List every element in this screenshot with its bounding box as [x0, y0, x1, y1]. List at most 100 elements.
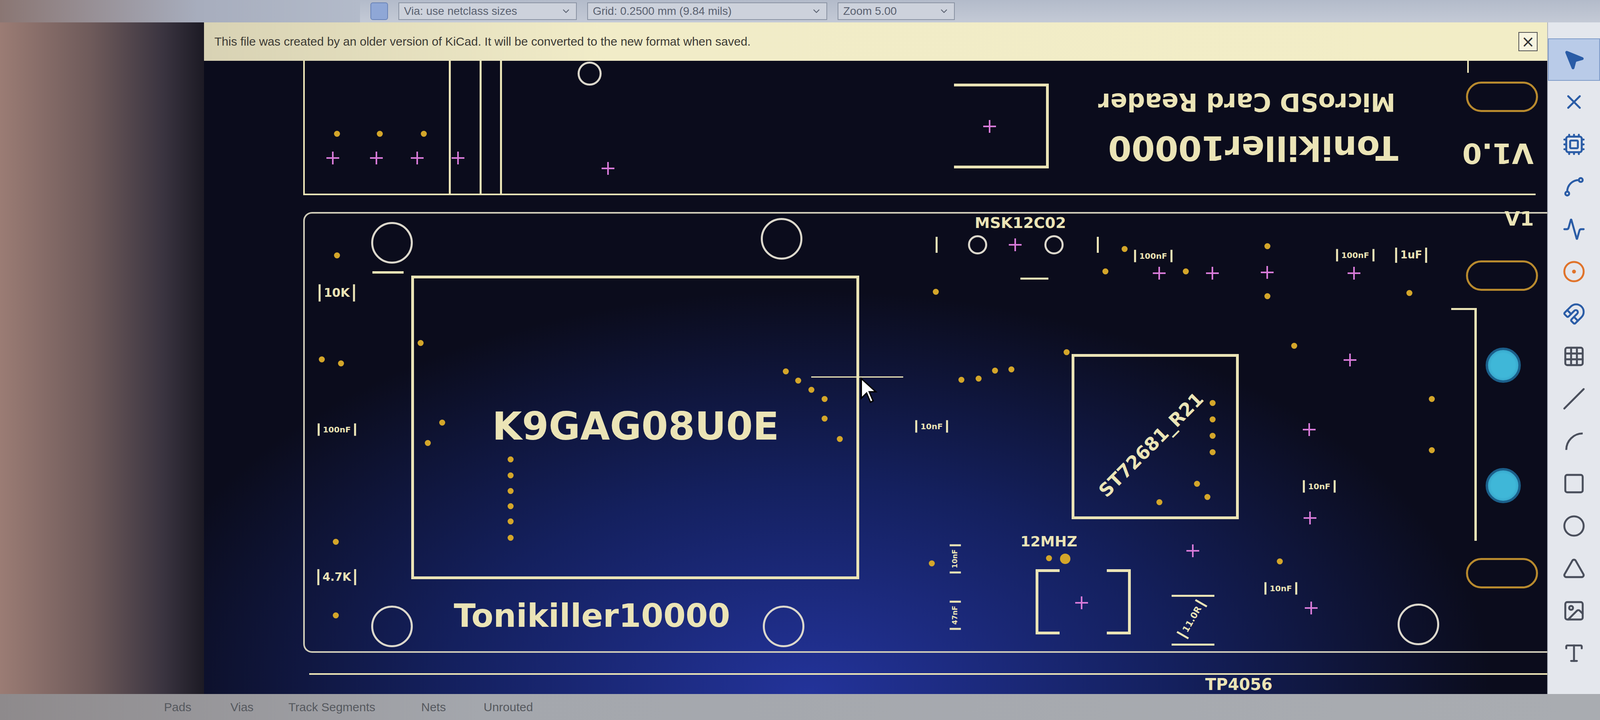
tool-button[interactable] — [1548, 504, 1600, 548]
component-value: 47nF — [949, 600, 961, 630]
connector-hole — [1044, 235, 1064, 255]
tool-button[interactable] — [1548, 165, 1600, 208]
pad — [1406, 290, 1413, 296]
tool-button[interactable] — [1548, 589, 1600, 632]
tool-button[interactable] — [1548, 377, 1600, 420]
board-edge — [303, 193, 1536, 196]
anchor-cross — [983, 120, 996, 133]
pad — [507, 456, 514, 463]
tool-button[interactable] — [1548, 208, 1600, 251]
anchor-cross — [1206, 266, 1219, 280]
tool-button[interactable] — [1548, 250, 1600, 293]
edge-version: V1 — [1504, 207, 1534, 231]
board-name: Tonikiller10000 — [1108, 128, 1398, 168]
anchor-cross — [451, 151, 465, 165]
polygon-icon — [1562, 556, 1586, 580]
editor-column: This file was created by an older versio… — [204, 22, 1548, 694]
crystal-outline — [1035, 569, 1060, 635]
layer-icon[interactable] — [370, 2, 388, 20]
via-icon — [1562, 260, 1586, 284]
status-label: Pads — [164, 700, 231, 714]
pad — [1182, 268, 1189, 275]
pad — [1102, 268, 1109, 275]
pad — [338, 360, 344, 367]
right-toolbar — [1547, 22, 1600, 694]
component-value: 10nF — [1302, 480, 1336, 493]
pad — [836, 436, 843, 442]
board-name: Tonikiller10000 — [454, 597, 731, 635]
controller-label: ST72681_R21 — [1094, 388, 1208, 502]
component-value: 1uF — [1395, 247, 1428, 263]
silk-line — [479, 60, 482, 194]
info-bar: This file was created by an older versio… — [204, 22, 1548, 61]
tool-button[interactable] — [1548, 80, 1600, 124]
pad — [1063, 349, 1070, 356]
board-edge — [309, 673, 1548, 675]
anchor-cross — [370, 151, 383, 165]
circle-icon — [1562, 514, 1586, 538]
chevron-down-icon — [811, 6, 822, 17]
silk-line — [1096, 236, 1099, 253]
slot-pad — [1466, 260, 1538, 291]
pad — [1156, 499, 1163, 506]
mount-hole — [371, 605, 413, 648]
crosshair — [811, 376, 904, 378]
pad — [975, 375, 982, 382]
pointer-icon — [1562, 48, 1586, 72]
pad — [1264, 293, 1271, 300]
pad — [332, 538, 339, 545]
pad — [318, 356, 325, 363]
pad — [507, 503, 514, 510]
tool-button[interactable] — [1548, 547, 1600, 590]
component-outline — [954, 83, 1049, 169]
status-label: Unrouted — [483, 700, 1600, 714]
tool-button[interactable] — [1548, 38, 1600, 81]
tool-button[interactable] — [1548, 462, 1600, 505]
pad — [1204, 494, 1211, 500]
pad — [424, 440, 431, 446]
pad — [1046, 555, 1052, 562]
pad — [439, 419, 446, 426]
component-value: 10nF — [915, 420, 948, 433]
silk-line — [448, 60, 451, 194]
status-label: Track Segments — [288, 700, 422, 714]
flash-chip-label: K9GAG08U0E — [492, 404, 780, 449]
pad — [1209, 416, 1216, 423]
pad — [782, 368, 789, 375]
pad-icon — [1562, 302, 1586, 326]
tool-button[interactable] — [1548, 632, 1600, 675]
left-edge — [0, 22, 204, 694]
tool-button[interactable] — [1548, 123, 1600, 166]
grid-dropdown[interactable]: Grid: 0.2500 mm (9.84 mils) — [587, 2, 828, 20]
close-button[interactable]: × — [1518, 32, 1538, 52]
pad — [821, 396, 828, 402]
silk-line — [935, 236, 938, 253]
silk-line — [500, 60, 502, 194]
tool-button[interactable] — [1548, 292, 1600, 336]
component-value: 100nF — [317, 423, 356, 436]
pad — [1209, 432, 1216, 439]
silk-line — [1020, 277, 1049, 280]
length-tune-icon — [1562, 217, 1586, 241]
component-value: 10nF — [1264, 582, 1298, 595]
top-toolbar: Via: use netclass sizes Grid: 0.2500 mm (… — [0, 0, 1600, 23]
slot-pad — [1466, 558, 1538, 589]
pad — [1194, 480, 1200, 487]
pad — [376, 130, 383, 137]
connector-label: MSK12C02 — [974, 214, 1066, 232]
mount-hole — [762, 605, 805, 648]
silk-line — [1171, 643, 1215, 646]
pad — [507, 518, 514, 525]
through-hole-pad — [1485, 347, 1521, 383]
pcb-canvas[interactable]: MicroSD Card ReaderTonikiller10000V1.0V1… — [204, 60, 1548, 694]
pad — [932, 288, 939, 295]
tool-button[interactable] — [1548, 335, 1600, 378]
pad — [1008, 366, 1015, 373]
pad — [334, 130, 340, 137]
pad — [1276, 558, 1283, 565]
pad — [332, 612, 339, 619]
tool-button[interactable] — [1548, 420, 1600, 463]
via-size-dropdown[interactable]: Via: use netclass sizes — [398, 2, 577, 20]
silk-line — [1171, 594, 1215, 597]
zoom-dropdown[interactable]: Zoom 5.00 — [837, 2, 955, 20]
